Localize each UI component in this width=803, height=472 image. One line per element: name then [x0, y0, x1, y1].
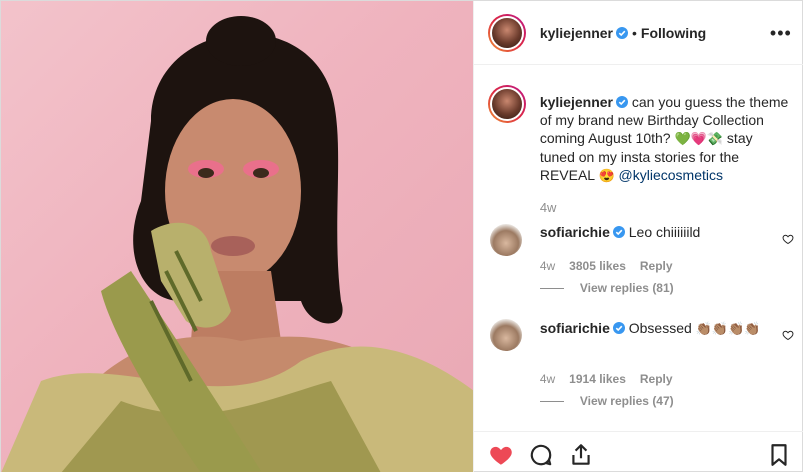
verified-badge-icon: [612, 226, 625, 238]
following-button[interactable]: Following: [641, 25, 706, 41]
author-avatar-image: [489, 16, 524, 50]
view-replies[interactable]: View replies (81): [539, 281, 674, 295]
comment-text: Obsessed: [628, 320, 692, 336]
heart-outline-icon[interactable]: [782, 233, 794, 245]
action-bar: [473, 431, 803, 472]
verified-badge-icon: [615, 27, 628, 39]
caption: kyliejenner can you guess the theme of m…: [540, 93, 790, 185]
comment-1: sofiarichie Leo chiiiiiild: [540, 223, 776, 241]
verified-badge-icon: [615, 96, 628, 108]
comment-likes[interactable]: 1914 likes: [569, 372, 626, 386]
comment-timestamp[interactable]: 4w: [540, 259, 555, 273]
comment-likes[interactable]: 3805 likes: [569, 259, 626, 273]
comment-avatar[interactable]: [489, 319, 522, 351]
more-options-icon[interactable]: •••: [770, 23, 792, 44]
reply-button[interactable]: Reply: [640, 259, 673, 273]
header-line: kyliejenner • Following: [540, 25, 706, 43]
caption-mention-link[interactable]: @kyliecosmetics: [619, 167, 723, 183]
caption-avatar[interactable]: [487, 85, 526, 123]
comment-avatar[interactable]: [489, 224, 522, 256]
post-details-panel: kyliejenner • Following ••• kyliejenner ca…: [472, 1, 803, 472]
view-replies-label[interactable]: View replies (47): [580, 394, 674, 408]
comment-text: Leo chiiiiiild: [628, 224, 701, 240]
post-header: kyliejenner • Following •••: [473, 1, 803, 65]
caption-username[interactable]: kyliejenner: [540, 94, 613, 110]
share-icon[interactable]: [568, 442, 594, 468]
caption-avatar-image: [489, 87, 524, 121]
instagram-post: kyliejenner • Following ••• kyliejenner ca…: [0, 0, 803, 472]
follow-separator: •: [631, 25, 637, 41]
post-photo[interactable]: [1, 1, 473, 472]
comment-icon[interactable]: [528, 442, 554, 468]
comment-emojis: 👏🏽👏🏽👏🏽👏🏽: [695, 321, 761, 336]
caption-emojis: 💚💗💸: [674, 131, 724, 146]
comment-meta: 4w 1914 likes Reply: [540, 372, 673, 386]
author-avatar[interactable]: [487, 14, 526, 52]
reply-button[interactable]: Reply: [640, 372, 673, 386]
heart-icon[interactable]: [488, 442, 514, 468]
comment-meta: 4w 3805 likes Reply: [540, 259, 673, 273]
replies-divider: [539, 401, 564, 403]
caption-emoji-heart-eyes: 😍: [598, 168, 615, 183]
comment-2: sofiarichie Obsessed 👏🏽👏🏽👏🏽👏🏽: [540, 319, 776, 338]
caption-timestamp[interactable]: 4w: [540, 200, 557, 215]
bookmark-icon[interactable]: [766, 442, 792, 468]
comment-username[interactable]: sofiarichie: [540, 320, 610, 336]
post-image: [1, 16, 473, 472]
replies-divider: [539, 288, 564, 290]
view-replies[interactable]: View replies (47): [539, 394, 674, 408]
heart-outline-icon[interactable]: [782, 329, 794, 341]
verified-badge-icon: [612, 322, 625, 334]
comment-timestamp[interactable]: 4w: [540, 372, 555, 386]
author-username[interactable]: kyliejenner: [540, 25, 613, 41]
view-replies-label[interactable]: View replies (81): [580, 281, 674, 295]
comment-username[interactable]: sofiarichie: [540, 224, 610, 240]
